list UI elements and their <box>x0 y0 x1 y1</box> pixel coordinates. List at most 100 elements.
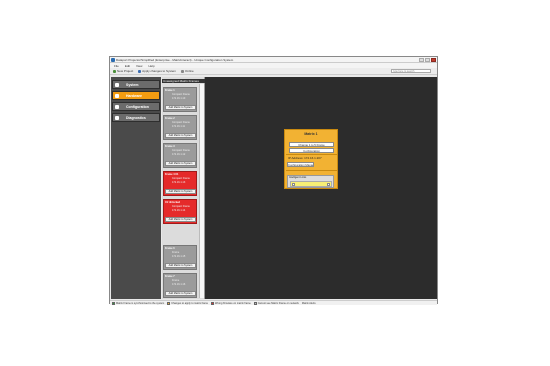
app-window: Dataport Projector/Simplified (Enterpris… <box>109 56 438 305</box>
status-bar: Matrix Frame is synchronised to the syst… <box>110 300 437 305</box>
intelligent-links-panel: Intelligent Links <box>287 175 334 188</box>
close-button[interactable] <box>431 58 436 62</box>
menu-view[interactable]: View <box>136 64 142 68</box>
legend-synchronised: Matrix Frame is synchronised to the syst… <box>112 301 165 305</box>
apply-icon <box>138 69 142 73</box>
legend-label: Wrong firmware on matrix frame <box>215 301 251 305</box>
search-input[interactable]: type here to search <box>391 69 431 73</box>
frame-ip: 172.16.1.12 <box>172 153 186 156</box>
add-matrix-button[interactable]: Add Matrix to System <box>165 189 196 194</box>
legend-label: Matrix Frame is synchronised to the syst… <box>116 301 165 305</box>
apply-changes-button[interactable]: Apply changes to System <box>138 69 176 73</box>
frame-card[interactable]: Frame 1 Compact Frame 172.16.1.10 Add Ma… <box>163 87 197 112</box>
add-matrix-button[interactable]: Add Matrix to System <box>165 133 196 138</box>
frame-name: Frame 4 X1 <box>165 173 179 176</box>
add-matrix-button[interactable]: Add Matrix to System <box>165 105 196 110</box>
unassigned-scrollbar[interactable] <box>199 84 204 298</box>
new-project-button[interactable]: New Project <box>113 69 133 73</box>
legend-wrong-firmware: Wrong firmware on matrix frame <box>211 301 251 305</box>
change-frame-button[interactable]: Change 1 to 5 Frame <box>289 142 334 147</box>
minimize-button[interactable] <box>419 58 424 62</box>
orange-swatch-icon <box>167 301 171 305</box>
online-button[interactable]: Online <box>181 69 194 73</box>
frame-card[interactable]: Frame 7 Frame 172.16.1.16 Add Matrix to … <box>163 273 197 298</box>
frame-type: Frame <box>172 251 180 254</box>
diagnostics-icon <box>115 116 119 120</box>
frame-name: Frame 6 <box>165 247 175 250</box>
menu-help[interactable]: Help <box>148 64 154 68</box>
frame-name: Frame 3 <box>165 145 175 148</box>
add-matrix-button[interactable]: Add Matrix to System <box>165 291 196 296</box>
frame-card[interactable]: Frame 6 Frame 172.16.1.15 Add Matrix to … <box>163 245 197 270</box>
frame-type: Compact Frame <box>172 149 190 152</box>
sidebar-item-system[interactable]: System <box>112 80 160 89</box>
frame-ip: 172.16.1.13 <box>172 181 186 184</box>
sidebar-item-label: System <box>126 83 139 87</box>
configuration-icon <box>115 105 119 109</box>
gray-swatch-icon <box>253 301 257 305</box>
intelligent-links-bar[interactable] <box>290 181 332 187</box>
menu-file[interactable]: File <box>114 64 119 68</box>
maximize-button[interactable] <box>425 58 430 62</box>
red-swatch-icon <box>211 301 215 305</box>
frame-card[interactable]: Frame 2 Compact Frame 172.16.1.11 Add Ma… <box>163 115 197 140</box>
matrix-title: Matrix 1 <box>304 132 318 136</box>
frame-type: Compact Frame <box>172 205 190 208</box>
sidebar-item-label: Diagnostics <box>126 116 146 120</box>
green-swatch-icon <box>112 301 115 305</box>
add-matrix-button[interactable]: Add Matrix to System <box>165 161 196 166</box>
online-icon <box>181 69 185 73</box>
legend-label: Changes to apply to matrix frame <box>171 301 209 305</box>
matrix-divider <box>286 170 337 171</box>
frame-ip: 172.16.1.16 <box>172 283 186 286</box>
sidebar-item-diagnostics[interactable]: Diagnostics <box>112 113 160 122</box>
matrix-divider <box>286 154 337 155</box>
frame-ip: 172.16.1.10 <box>172 97 186 100</box>
frame-name: Frame 7 <box>165 275 175 278</box>
frame-type: Frame <box>172 279 180 282</box>
window-title: Dataport Projector/Simplified (Enterpris… <box>116 58 234 62</box>
frame-ip: 172.16.1.11 <box>172 125 186 128</box>
link-right-checkbox[interactable] <box>327 183 330 186</box>
frame-ip: 172.16.1.14 <box>172 209 186 212</box>
matrix-alerts[interactable]: Matrix Alerts <box>302 302 316 305</box>
frame-card[interactable]: Frame 3 Compact Frame 172.16.1.12 Add Ma… <box>163 143 197 168</box>
workspace: Unassigned Matrix Frames Frame 1 Compact… <box>162 77 437 299</box>
configuration-manager-button[interactable]: Configuration Manager <box>287 162 314 167</box>
new-project-label: New Project <box>117 69 134 73</box>
sidebar-item-label: Hardware <box>126 94 142 98</box>
window-controls <box>419 58 436 62</box>
frame-card[interactable]: Frame 4 X1 Compact Frame 172.16.1.13 Add… <box>163 171 197 196</box>
frame-card[interactable]: X1 Unlocked Compact Frame 172.16.1.14 Ad… <box>163 199 197 224</box>
add-matrix-button[interactable]: Add Matrix to System <box>165 217 196 222</box>
hardware-icon <box>115 94 119 98</box>
frame-name: X1 Unlocked <box>165 201 181 204</box>
frame-type: Compact Frame <box>172 121 190 124</box>
frame-type: Compact Frame <box>172 177 190 180</box>
sidebar: System Hardware Configuration Diagnostic… <box>111 77 161 299</box>
toolbar: New Project Apply changes to System Onli… <box>110 68 437 75</box>
link-left-checkbox[interactable] <box>292 183 295 186</box>
system-icon <box>115 83 119 87</box>
menu-edit[interactable]: Edit <box>125 64 130 68</box>
sidebar-item-hardware[interactable]: Hardware <box>112 91 160 100</box>
sidebar-item-label: Configuration <box>126 105 149 109</box>
sidebar-item-configuration[interactable]: Configuration <box>112 102 160 111</box>
legend-label: Cannot see Matrix Frame on network <box>257 301 299 305</box>
unassigned-panel: Unassigned Matrix Frames Frame 1 Compact… <box>162 77 205 299</box>
matrix-ip-address: IP Address: 172.16.1.207 <box>288 156 322 160</box>
legend-offline: Cannot see Matrix Frame on network <box>253 301 299 305</box>
matrix-card[interactable]: Matrix 1 Change 1 to 5 Frame Configurati… <box>284 129 338 189</box>
add-matrix-button[interactable]: Add Matrix to System <box>165 263 196 268</box>
frame-ip: 172.16.1.15 <box>172 255 186 258</box>
online-label: Online <box>185 69 194 73</box>
legend-changes: Changes to apply to matrix frame <box>167 301 209 305</box>
apply-changes-label: Apply changes to System <box>142 69 177 73</box>
frame-name: Frame 2 <box>165 117 175 120</box>
configuration-button[interactable]: Configuration <box>289 148 334 153</box>
app-icon <box>111 58 115 62</box>
unassigned-header: Unassigned Matrix Frames <box>162 79 205 83</box>
frame-type: Compact Frame <box>172 93 190 96</box>
intelligent-links-label: Intelligent Links <box>289 176 307 179</box>
new-project-icon <box>113 69 116 73</box>
